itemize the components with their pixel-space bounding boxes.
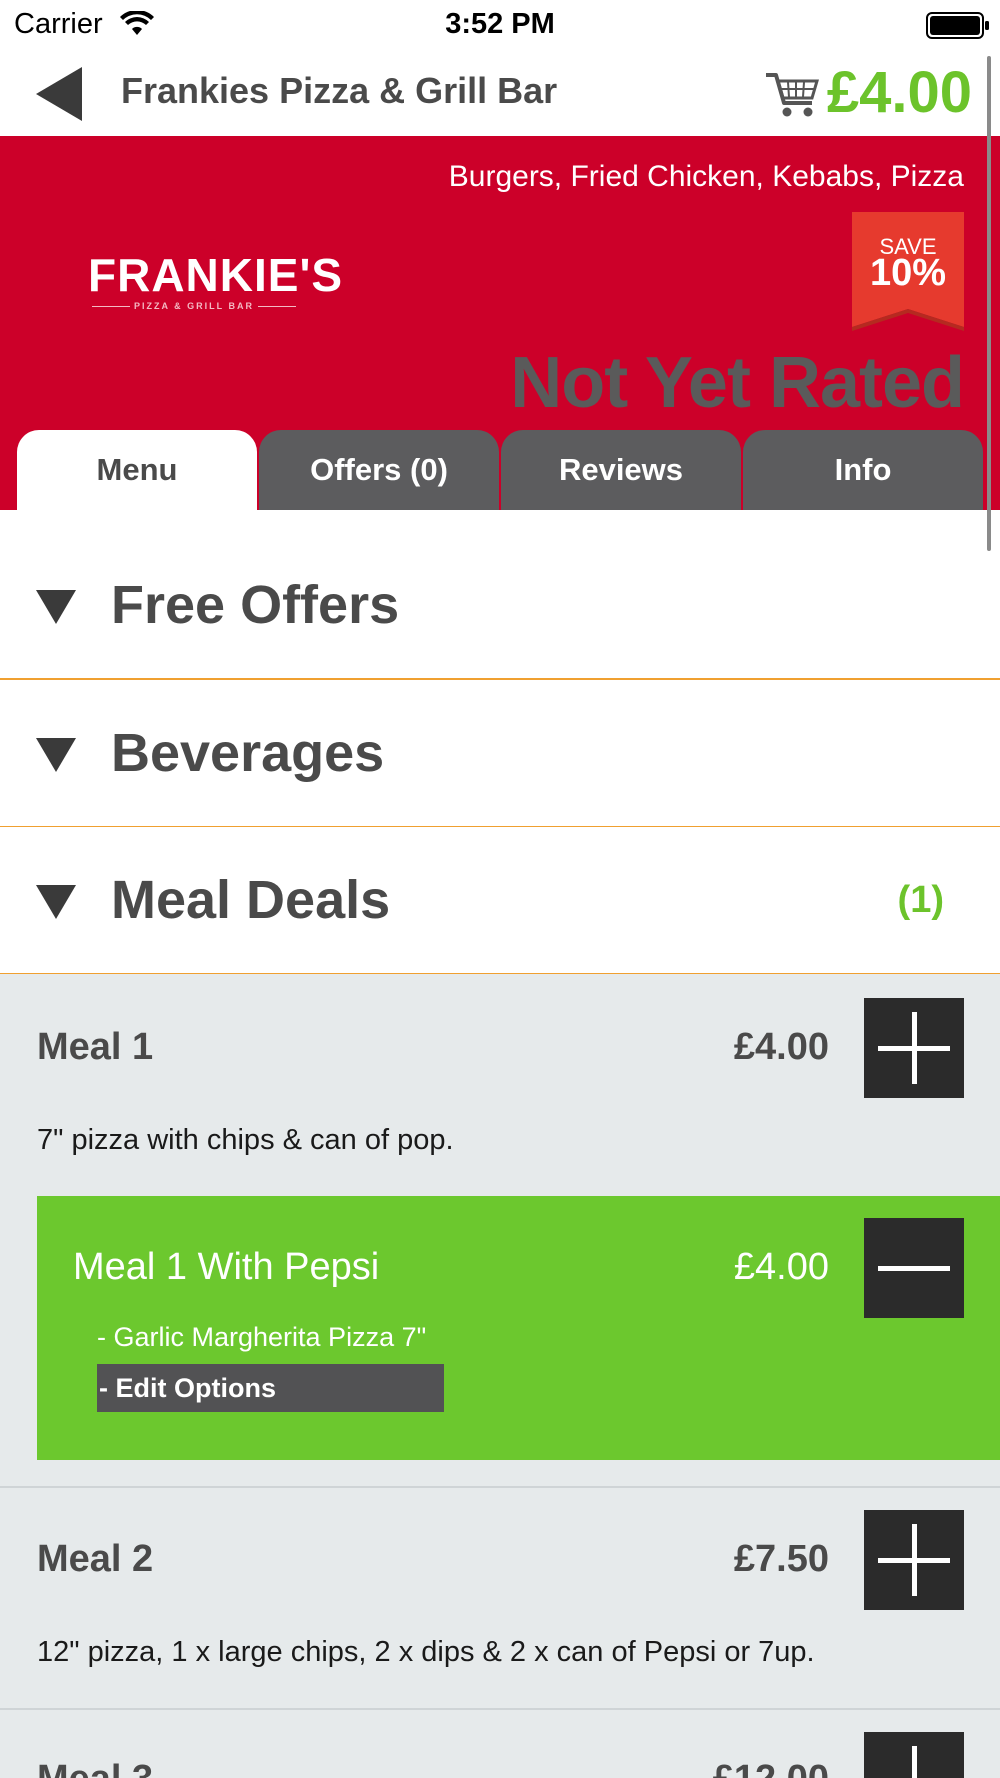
scroll-indicator[interactable]	[987, 56, 991, 551]
status-bar: Carrier 3:52 PM	[0, 0, 1000, 50]
tab-reviews[interactable]: Reviews	[501, 430, 741, 510]
cart-total[interactable]: £4.00	[827, 59, 972, 126]
rating-text: Not Yet Rated	[510, 343, 965, 423]
nav-bar: Frankies Pizza & Grill Bar £4.00	[0, 50, 1000, 136]
selected-item-price: £4.00	[733, 1246, 829, 1288]
save-percent: 10%	[869, 252, 947, 294]
selected-item-option: - Garlic Margherita Pizza 7"	[97, 1322, 427, 1352]
edit-options-button[interactable]: - Edit Options	[97, 1364, 444, 1412]
category-free-offers[interactable]: Free Offers	[0, 532, 1000, 680]
category-count: (1)	[897, 879, 944, 921]
item-name: Meal 3	[37, 1758, 153, 1778]
tab-info[interactable]: Info	[743, 430, 983, 510]
remove-item-button[interactable]	[864, 1218, 964, 1318]
tab-offers[interactable]: Offers (0)	[259, 430, 499, 510]
item-price: £12.00	[713, 1758, 829, 1778]
item-description: 7" pizza with chips & can of pop.	[37, 1124, 454, 1156]
logo-subtext: PIZZA & GRILL BAR	[88, 301, 300, 311]
collapse-triangle-icon	[36, 738, 76, 772]
selected-item-name: Meal 1 With Pepsi	[73, 1246, 380, 1288]
status-time: 3:52 PM	[445, 8, 555, 40]
category-name: Beverages	[111, 723, 385, 783]
add-item-button[interactable]	[864, 1732, 964, 1778]
category-name: Meal Deals	[111, 870, 391, 930]
cart-icon[interactable]	[764, 69, 819, 119]
cuisine-list: Burgers, Fried Chicken, Kebabs, Pizza	[448, 160, 964, 193]
battery-icon	[926, 12, 989, 39]
category-meal-deals[interactable]: Meal Deals (1)	[0, 827, 1000, 975]
restaurant-logo: FRANKIE'S PIZZA & GRILL BAR	[88, 249, 344, 324]
item-divider	[0, 1708, 1000, 1710]
back-arrow-icon[interactable]	[36, 67, 86, 121]
item-name: Meal 2	[37, 1538, 154, 1580]
selected-item: Meal 1 With Pepsi £4.00 - Garlic Margher…	[37, 1196, 1000, 1460]
collapse-triangle-icon	[36, 590, 76, 624]
tab-bar: Menu Offers (0) Reviews Info	[17, 430, 983, 510]
item-description: 12" pizza, 1 x large chips, 2 x dips & 2…	[37, 1636, 815, 1668]
item-name: Meal 1	[37, 1026, 154, 1068]
item-divider	[0, 1486, 1000, 1488]
category-beverages[interactable]: Beverages	[0, 680, 1000, 828]
tab-menu[interactable]: Menu	[17, 430, 257, 510]
collapse-triangle-icon	[36, 885, 76, 919]
restaurant-title: Frankies Pizza & Grill Bar	[121, 70, 558, 111]
add-item-button[interactable]	[864, 998, 964, 1098]
add-item-button[interactable]	[864, 1510, 964, 1610]
item-price: £4.00	[733, 1026, 829, 1068]
save-badge: SAVE 10%	[852, 212, 964, 331]
category-name: Free Offers	[111, 575, 400, 635]
item-price: £7.50	[733, 1538, 829, 1580]
logo-text: FRANKIE'S	[88, 249, 344, 301]
